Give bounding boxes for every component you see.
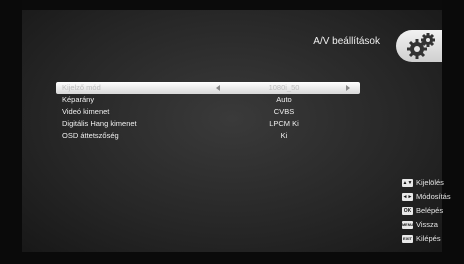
menu-item-label: Képarány [62, 95, 95, 104]
menu-item-value: CVBS [273, 107, 295, 116]
left-right-key-icon: ◄► [402, 193, 413, 201]
arrow-right-icon[interactable] [346, 85, 350, 91]
menu-item-value: 1080i_50 [268, 83, 300, 92]
arrow-left-icon[interactable] [216, 85, 220, 91]
help-item-exit: EXIT Kilépés [402, 232, 462, 246]
menu-item-label: OSD áttetszőség [62, 131, 119, 140]
help-item-enter: OK Belépés [402, 204, 462, 218]
help-item-modify: ◄► Módosítás [402, 190, 462, 204]
help-item-back: MENU Vissza [402, 218, 462, 232]
menu-item-digital-audio-output[interactable]: Digitális Hang kimenet LPCM Ki [56, 118, 360, 130]
frame-left [0, 0, 22, 264]
menu-item-label: Kijelző mód [62, 83, 101, 92]
gears-icon [404, 30, 438, 62]
help-label: Kijelölés [416, 178, 444, 187]
help-label: Módosítás [416, 192, 451, 201]
frame-bottom [0, 252, 464, 264]
settings-menu: Kijelző mód 1080i_50 Képarány Auto Videó… [56, 82, 360, 142]
header: A/V beállítások [300, 36, 400, 52]
help-label: Kilépés [416, 234, 441, 243]
menu-item-aspect-ratio[interactable]: Képarány Auto [56, 94, 360, 106]
menu-item-label: Digitális Hang kimenet [62, 119, 137, 128]
menu-item-value: Ki [280, 131, 288, 140]
menu-key-icon: MENU [402, 221, 414, 229]
up-down-key-icon: ▲▼ [402, 179, 413, 187]
frame-top [22, 0, 442, 10]
menu-item-osd-transparency[interactable]: OSD áttetszőség Ki [56, 130, 360, 142]
page-title: A/V beállítások [313, 36, 380, 47]
help-item-select: ▲▼ Kijelölés [402, 176, 462, 190]
help-label: Vissza [416, 220, 438, 229]
help-legend: ▲▼ Kijelölés ◄► Módosítás OK Belépés MEN… [402, 176, 462, 246]
exit-key-icon: EXIT [402, 235, 413, 243]
menu-item-value: Auto [276, 95, 292, 104]
menu-item-display-mode[interactable]: Kijelző mód 1080i_50 [56, 82, 360, 94]
menu-item-label: Videó kimenet [62, 107, 110, 116]
ok-key-icon: OK [402, 207, 413, 215]
menu-item-value: LPCM Ki [269, 119, 299, 128]
menu-item-video-output[interactable]: Videó kimenet CVBS [56, 106, 360, 118]
help-label: Belépés [416, 206, 444, 215]
